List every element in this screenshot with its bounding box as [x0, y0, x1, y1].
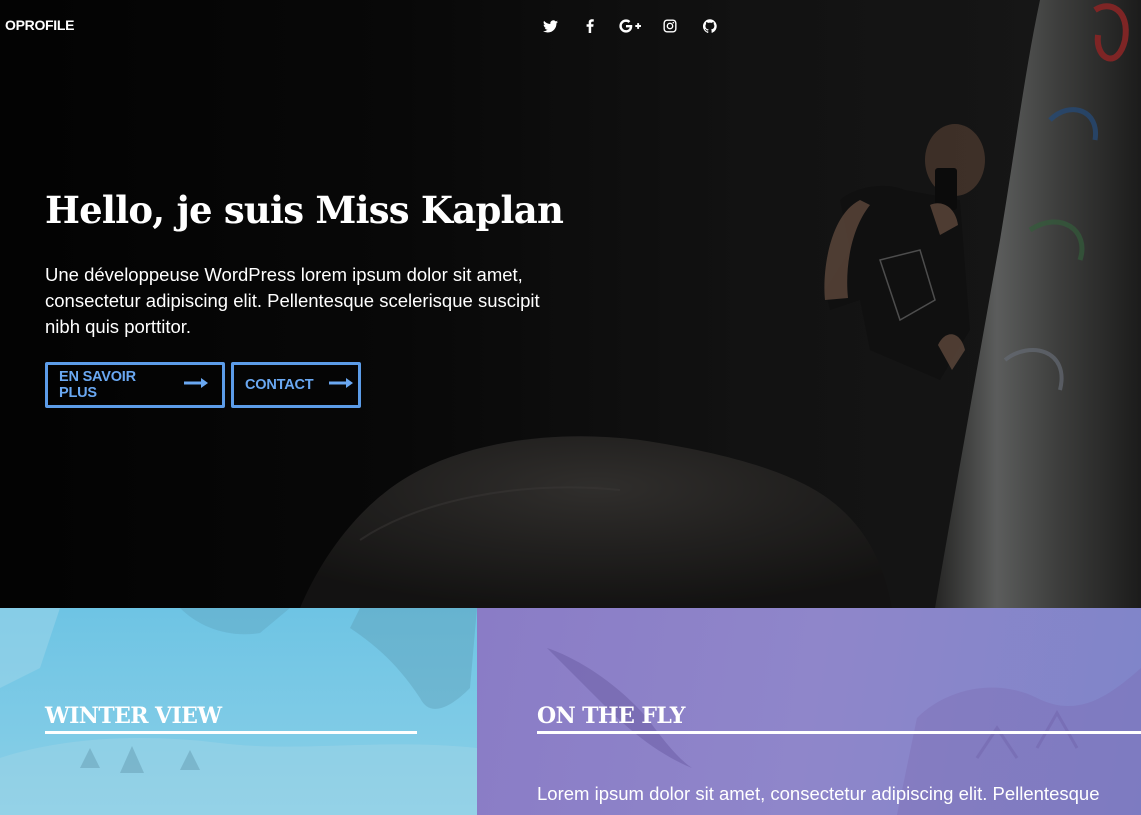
panel-title-on-the-fly: ON THE FLY: [537, 703, 686, 729]
google-plus-icon[interactable]: [610, 15, 650, 37]
hero-content: Hello, je suis Miss Kaplan Une développe…: [45, 186, 605, 408]
arrow-right-icon: [329, 377, 355, 393]
panel-on-the-fly: ON THE FLY Lorem ipsum dolor sit amet, c…: [477, 608, 1141, 815]
hero-section: OPROFILE Hello, je suis Miss Kaplan Une …: [0, 0, 1141, 608]
arrow-right-icon: [184, 377, 210, 393]
hero-title: Hello, je suis Miss Kaplan: [45, 188, 564, 232]
instagram-icon[interactable]: [650, 15, 690, 37]
facebook-icon[interactable]: [570, 15, 610, 37]
site-logo[interactable]: OPROFILE: [5, 17, 74, 33]
top-navbar: OPROFILE: [0, 0, 1141, 52]
hero-buttons: EN SAVOIR PLUS CONTACT: [45, 362, 605, 408]
learn-more-label: EN SAVOIR PLUS: [59, 369, 136, 401]
panel-text-on-the-fly: Lorem ipsum dolor sit amet, consectetur …: [537, 783, 1100, 804]
social-links: [530, 15, 730, 37]
panel-title-winter-view: WINTER VIEW: [45, 703, 222, 729]
panel-winter-view: WINTER VIEW: [0, 608, 477, 815]
twitter-icon[interactable]: [530, 15, 570, 37]
title-underline: [45, 731, 417, 734]
hero-description: Une développeuse WordPress lorem ipsum d…: [45, 264, 540, 337]
learn-more-button[interactable]: EN SAVOIR PLUS: [45, 362, 225, 408]
github-icon[interactable]: [690, 15, 730, 37]
contact-label: CONTACT: [245, 377, 314, 393]
contact-button[interactable]: CONTACT: [231, 362, 361, 408]
title-underline: [537, 731, 1141, 734]
